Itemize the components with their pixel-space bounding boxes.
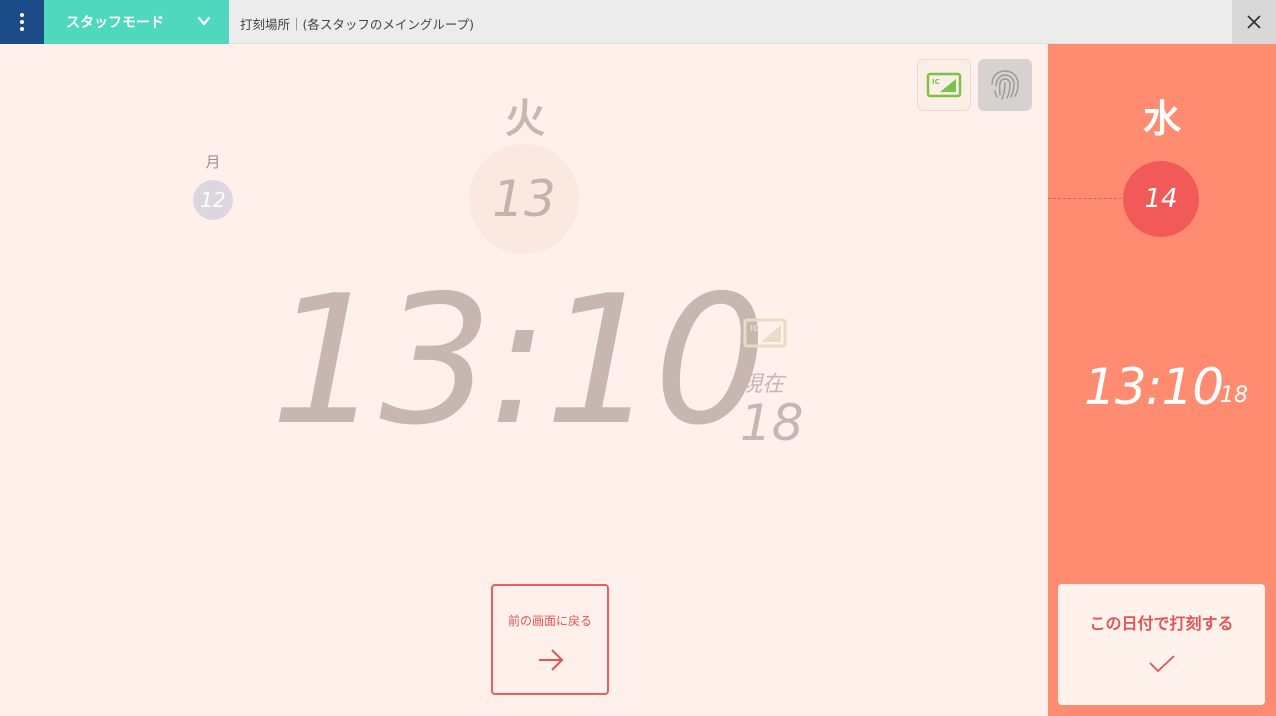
previous-weekday: 月 [205,153,221,171]
back-button[interactable]: 前の画面に戻る [491,584,609,695]
ic-card-icon: IC [926,72,962,98]
fingerprint-icon [991,70,1019,100]
selected-date-circle[interactable]: 14 [1123,161,1199,237]
previous-date: 12 [200,188,226,212]
vertical-dots-icon [20,13,24,17]
stamp-with-date-button[interactable]: この日付で打刻する [1058,584,1265,705]
fingerprint-button[interactable] [978,59,1032,111]
main-panel: IC 月 12 火 13 13:10 IC 現在 18 前の画面に戻る [0,44,1048,716]
menu-dot [20,27,24,31]
current-time: 13:10 [270,257,767,464]
ic-card-button[interactable]: IC [917,59,971,111]
ic-card-icon: IC [743,318,787,348]
svg-text:IC: IC [750,324,759,333]
selected-seconds: 18 [1220,383,1248,408]
stamp-button-label: この日付で打刻する [1089,614,1234,633]
top-bar: スタッフモード 打刻場所｜(各スタッフのメイングループ) [0,0,1276,44]
date-connector-line [1048,198,1122,199]
current-date: 13 [492,170,556,228]
current-date-circle[interactable]: 13 [469,144,579,254]
svg-text:IC: IC [932,78,940,86]
location-text: 打刻場所｜(各スタッフのメイングループ) [240,17,475,32]
selected-day-panel: 水 14 13:10 18 この日付で打刻する [1048,44,1276,716]
chevron-down-icon [197,16,211,26]
mode-label: スタッフモード [66,15,164,31]
selected-weekday: 水 [1142,97,1182,141]
previous-date-circle[interactable]: 12 [193,180,233,220]
close-icon [1247,15,1261,29]
mode-dropdown[interactable]: スタッフモード [44,0,229,44]
menu-dot [20,20,24,24]
selected-date: 14 [1144,184,1178,214]
menu-button[interactable] [0,0,44,44]
close-button[interactable] [1232,0,1276,44]
back-button-label: 前の画面に戻る [507,614,592,628]
current-weekday: 火 [505,96,545,142]
check-icon [1149,655,1175,673]
current-seconds: 18 [740,394,804,452]
selected-time: 13:10 [1084,358,1224,416]
arrow-right-icon [539,649,564,671]
